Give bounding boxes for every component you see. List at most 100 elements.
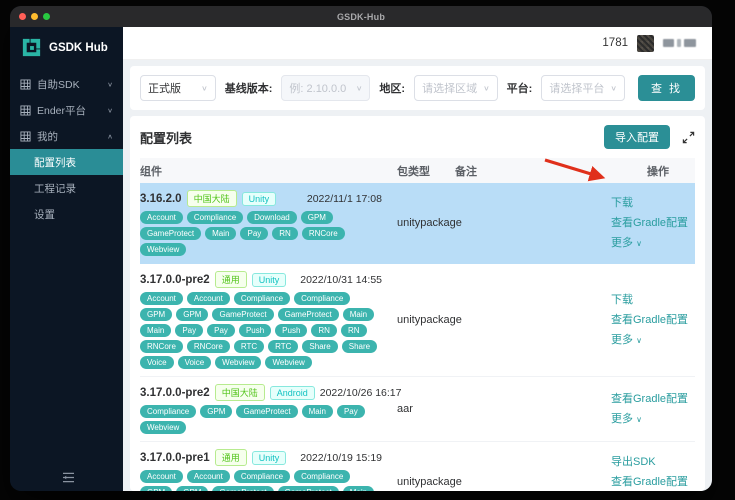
version-line: 3.17.0.0-pre1通用Unity2022/10/19 15:19 <box>140 448 390 467</box>
sidebar-item-settings[interactable]: 设置 <box>10 201 123 227</box>
user-avatar[interactable] <box>637 35 654 52</box>
module-pill: RN <box>311 324 337 337</box>
action-link[interactable]: 导出SDK <box>611 452 695 472</box>
region-placeholder: 请选择区域 <box>422 80 477 96</box>
module-pill: Webview <box>140 243 186 256</box>
config-row[interactable]: 3.17.0.0-pre2中国大陆Android2022/10/26 16:17… <box>140 377 695 442</box>
region-select[interactable]: 请选择区域 ∨ <box>414 75 498 101</box>
fullscreen-expand-icon[interactable] <box>682 131 695 144</box>
module-pill: Account <box>140 211 183 224</box>
filter-bar: 正式版 ∨ 基线版本: 例: 2.10.0.0 ∨ 地区: 请选择区域 ∨ 平台… <box>130 66 705 110</box>
component-cell: 3.17.0.0-pre2通用Unity2022/10/31 14:55Acco… <box>140 270 390 370</box>
chevron-down-icon: ∨ <box>636 336 642 345</box>
sidebar-collapse-icon[interactable] <box>62 472 75 483</box>
module-pill: Pay <box>240 227 268 240</box>
module-pill: Pay <box>175 324 203 337</box>
sidebar-item-ender-platform[interactable]: Ender平台 ∨ <box>10 97 123 123</box>
chevron-down-icon: ∨ <box>636 239 642 248</box>
more-link[interactable]: 更多 ∨ <box>611 409 695 430</box>
module-pill: GameProtect <box>140 227 201 240</box>
window-titlebar[interactable]: GSDK-Hub <box>10 6 712 27</box>
module-pill: GPM <box>176 486 208 492</box>
chevron-down-icon: ∨ <box>107 106 113 113</box>
module-pill: Account <box>187 292 230 305</box>
version-label: 3.16.2.0 <box>140 193 182 205</box>
module-pill: Download <box>247 211 297 224</box>
column-header-remark: 备注 <box>448 163 603 179</box>
module-pill: Main <box>343 486 374 492</box>
app-window: GSDK-Hub GSDK Hub 自助SDK ∨ <box>10 6 712 491</box>
baseline-version-select[interactable]: 例: 2.10.0.0 ∨ <box>281 75 370 101</box>
grid-icon <box>20 79 31 90</box>
module-pill: RTC <box>268 340 298 353</box>
module-pill: Main <box>343 308 374 321</box>
region-tag: 中国大陆 <box>187 190 237 207</box>
package-type: unitypackage <box>390 217 448 229</box>
action-link[interactable]: 查看Gradle配置 <box>611 472 695 492</box>
module-pill: Voice <box>140 356 174 369</box>
module-pill: Compliance <box>294 292 350 305</box>
module-pill: GPM <box>301 211 333 224</box>
region-tag: 通用 <box>215 271 247 288</box>
sidebar-item-project-records[interactable]: 工程记录 <box>10 175 123 201</box>
module-pill: Webview <box>140 421 186 434</box>
module-pill: RNCore <box>187 340 230 353</box>
platform-label: 平台: <box>507 80 533 96</box>
sidebar-item-self-sdk[interactable]: 自助SDK ∨ <box>10 71 123 97</box>
action-link[interactable]: 下载 <box>611 193 695 213</box>
action-link[interactable]: 查看Gradle配置 <box>611 389 695 409</box>
actions-cell: 导出SDK查看Gradle配置更多 ∨ <box>603 452 695 492</box>
search-button[interactable]: 查 找 <box>638 75 695 101</box>
version-line: 3.16.2.0中国大陆Unity2022/11/1 17:08 <box>140 189 390 208</box>
chevron-up-icon: ∧ <box>107 132 113 139</box>
chevron-down-icon: ∨ <box>356 84 363 93</box>
region-tag: 通用 <box>215 449 247 466</box>
sidebar-subitem-label: 配置列表 <box>34 155 76 170</box>
module-pill: RN <box>341 324 367 337</box>
gsdk-logo-icon <box>20 36 43 59</box>
platform-select[interactable]: 请选择平台 ∨ <box>541 75 625 101</box>
config-list-card: 配置列表 导入配置 组件 包类型 备注 操作 3.16.2.0中国大陆Unity… <box>130 116 705 491</box>
module-pill: GameProtect <box>278 486 339 492</box>
sidebar-subitem-label: 设置 <box>34 207 55 222</box>
module-pill: Compliance <box>187 211 243 224</box>
component-cell: 3.17.0.0-pre1通用Unity2022/10/19 15:19 Acco… <box>140 448 390 491</box>
module-pill: Compliance <box>234 292 290 305</box>
action-link[interactable]: 查看Gradle配置 <box>611 310 695 330</box>
content-area: 正式版 ∨ 基线版本: 例: 2.10.0.0 ∨ 地区: 请选择区域 ∨ 平台… <box>123 60 712 491</box>
package-type: aar <box>390 403 448 415</box>
config-row[interactable]: 3.16.2.0中国大陆Unity2022/11/1 17:08AccountC… <box>140 183 695 264</box>
remark-cell <box>448 448 603 491</box>
sidebar-item-mine[interactable]: 我的 ∧ <box>10 123 123 149</box>
component-cell: 3.17.0.0-pre2中国大陆Android2022/10/26 16:17… <box>140 383 390 435</box>
module-pill: Webview <box>265 356 311 369</box>
package-type: unitypackage <box>390 314 448 326</box>
config-table-body: 3.16.2.0中国大陆Unity2022/11/1 17:08AccountC… <box>140 183 695 491</box>
chevron-down-icon: ∨ <box>201 84 208 93</box>
app-logo: GSDK Hub <box>10 27 123 71</box>
module-pill: RTC <box>234 340 264 353</box>
module-pill: Account <box>187 470 230 483</box>
version-label: 3.17.0.0-pre2 <box>140 274 210 286</box>
sidebar-item-label: 自助SDK <box>37 77 101 92</box>
action-link[interactable]: 下载 <box>611 290 695 310</box>
module-pill: Pay <box>207 324 235 337</box>
channel-select[interactable]: 正式版 ∨ <box>140 75 216 101</box>
baseline-label: 基线版本: <box>225 80 273 96</box>
remark-cell <box>448 383 603 435</box>
sidebar: GSDK Hub 自助SDK ∨ Ender平台 ∨ 我的 <box>10 27 123 491</box>
module-pill: GameProtect <box>212 308 273 321</box>
config-row[interactable]: 3.17.0.0-pre2通用Unity2022/10/31 14:55Acco… <box>140 264 695 377</box>
region-label: 地区: <box>379 80 405 96</box>
import-config-button[interactable]: 导入配置 <box>604 125 670 149</box>
more-link[interactable]: 更多 ∨ <box>611 330 695 351</box>
config-row[interactable]: 3.17.0.0-pre1通用Unity2022/10/19 15:19 Acco… <box>140 442 695 491</box>
more-link[interactable]: 更多 ∨ <box>611 233 695 254</box>
app-logo-text: GSDK Hub <box>49 42 108 54</box>
actions-cell: 下载查看Gradle配置更多 ∨ <box>603 193 695 254</box>
sidebar-item-config-list[interactable]: 配置列表 <box>10 149 123 175</box>
action-link[interactable]: 查看Gradle配置 <box>611 213 695 233</box>
chevron-down-icon: ∨ <box>636 415 642 424</box>
chevron-down-icon: ∨ <box>483 84 490 93</box>
module-pill: GameProtect <box>212 486 273 492</box>
